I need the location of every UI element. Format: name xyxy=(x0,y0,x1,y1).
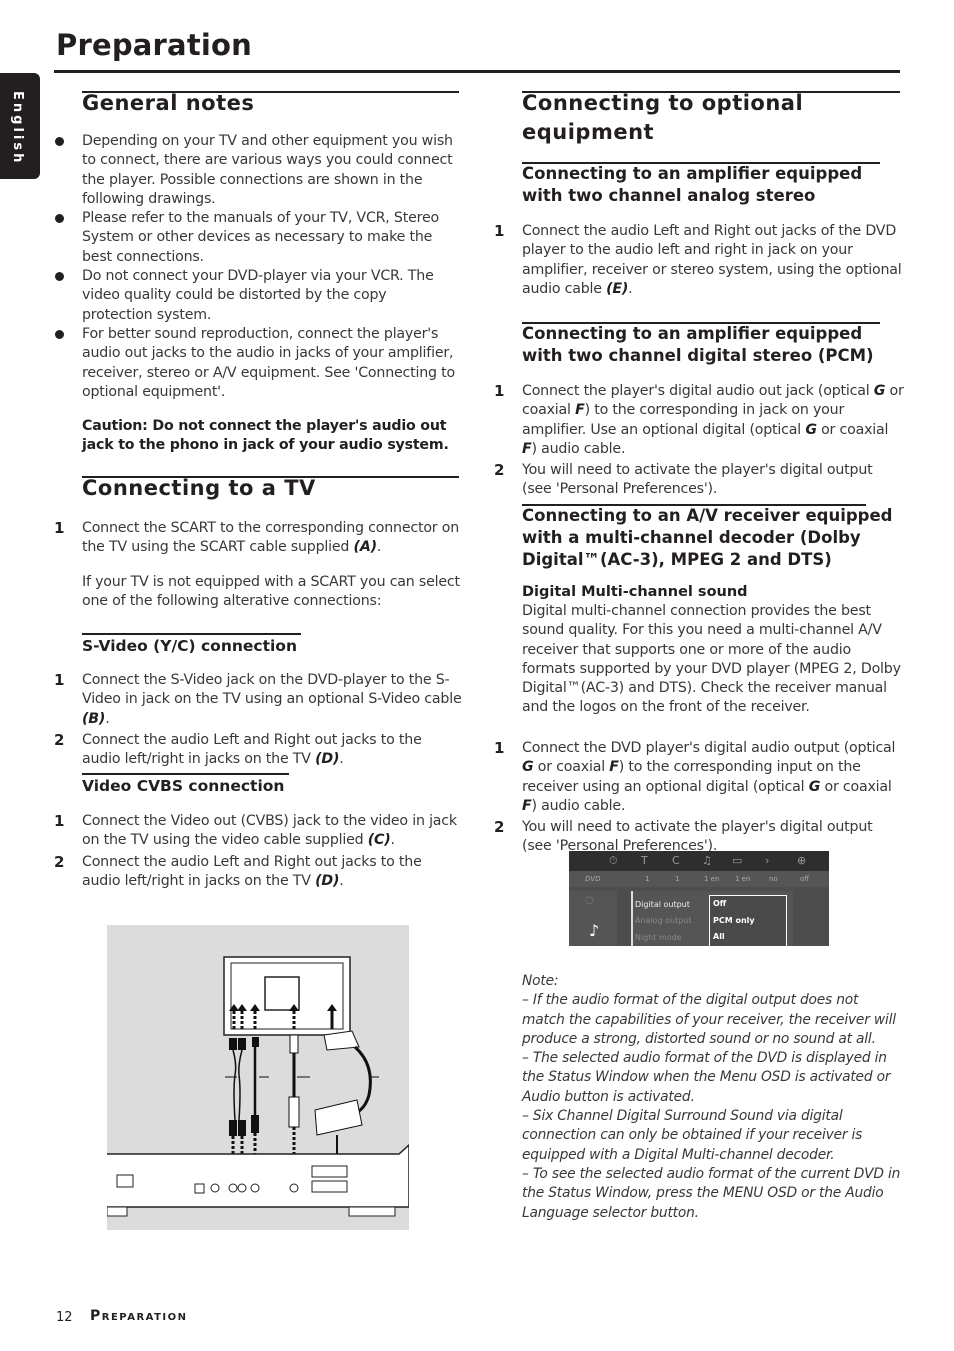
connecting-tv-heading: Connecting to a TV xyxy=(82,476,316,500)
general-notes-heading: General notes xyxy=(82,91,255,115)
step-number: 1 xyxy=(494,382,505,400)
alt-text: If your TV is not equipped with a SCART … xyxy=(82,573,460,609)
osd-option[interactable]: All xyxy=(710,929,786,946)
subsection-rule xyxy=(82,773,289,775)
osd-option[interactable]: Off xyxy=(710,896,786,913)
osd-side-menu: ◌ ♪ xyxy=(569,891,617,946)
cvbs-heading: Video CVBS connection xyxy=(82,777,285,795)
timer-icon: ⏱ xyxy=(609,854,618,867)
osd-menu-item[interactable]: Night mode xyxy=(635,933,682,942)
step-item: 1 Connect the SCART to the corresponding… xyxy=(54,519,460,556)
cable-ref: G xyxy=(873,383,886,399)
list-item: Please refer to the manuals of your TV, … xyxy=(55,209,460,267)
cable-ref: G xyxy=(805,421,817,438)
cable-ref: F xyxy=(575,402,585,419)
step-item: 1 Connect the Video out (CVBS) jack to t… xyxy=(54,812,457,849)
step-number: 1 xyxy=(494,739,505,757)
step-number: 2 xyxy=(54,730,65,749)
list-item: Depending on your TV and other equipment… xyxy=(55,132,460,209)
multichannel-description: Digital multi-channel connection provide… xyxy=(522,603,901,716)
title-icon: T xyxy=(641,854,648,867)
audio-icon: ♫ xyxy=(702,854,712,867)
bullet-icon xyxy=(55,137,64,146)
step-item: 1 Connect the audio Left and Right out j… xyxy=(494,222,902,297)
cable-ref: (D) xyxy=(315,872,340,889)
step-number: 2 xyxy=(54,852,65,871)
osd-screenshot: ⏱ T C ♫ ▭ › ⊕ DVD 1 1 1 en 1 en no off ◌… xyxy=(569,851,829,946)
bullet-icon xyxy=(55,329,64,339)
step-item: 2 Connect the audio Left and Right out j… xyxy=(54,730,422,768)
music-note-icon: ♪ xyxy=(589,921,600,940)
analog-heading: Connecting to an amplifier equipped with… xyxy=(522,164,863,205)
multichannel-subheading: Digital Multi-channel sound xyxy=(522,584,748,600)
svideo-heading: S-Video (Y/C) connection xyxy=(82,637,297,655)
zoom-icon: ⊕ xyxy=(797,854,807,867)
step-number: 1 xyxy=(54,812,65,830)
bullet-icon xyxy=(55,272,64,282)
cable-ref: G xyxy=(808,778,821,795)
cvbs-steps: 1 Connect the Video out (CVBS) jack to t… xyxy=(54,812,460,891)
note-item: – The selected audio format of the DVD i… xyxy=(522,1050,891,1105)
step-item: 2 You will need to activate the player's… xyxy=(494,461,873,498)
analog-steps: 1 Connect the audio Left and Right out j… xyxy=(494,222,902,299)
note-label: Note: xyxy=(522,973,559,989)
step-item: 1 Connect the player's digital audio out… xyxy=(494,382,904,457)
connection-diagram-illustration xyxy=(106,956,410,1217)
multichannel-steps: 1 Connect the DVD player's digital audio… xyxy=(494,739,904,857)
step-number: 2 xyxy=(494,818,505,837)
language-tab-label: English xyxy=(10,91,25,166)
list-item: For better sound reproduction, connect t… xyxy=(55,325,460,402)
note-item: – To see the selected audio format of th… xyxy=(522,1165,901,1221)
cable-ref: (A) xyxy=(353,539,378,556)
osd-options-dropdown[interactable]: Off PCM only All xyxy=(709,895,787,946)
note-item: – Six Channel Digital Surround Sound via… xyxy=(522,1108,863,1163)
title-rule xyxy=(54,70,900,73)
subtitle-icon: ▭ xyxy=(732,854,743,867)
step-item: 2 Connect the audio Left and Right out j… xyxy=(54,852,422,889)
osd-values: DVD 1 1 1 en 1 en no off xyxy=(569,871,829,887)
osd-menu-item[interactable]: Analog output xyxy=(635,916,692,925)
step-number: 1 xyxy=(494,222,505,240)
cable-ref: (C) xyxy=(367,832,391,849)
caution-text: Caution: Do not connect the player's aud… xyxy=(82,418,449,454)
cable-ref: F xyxy=(522,440,532,457)
notes-block: Note: – If the audio format of the digit… xyxy=(522,972,904,1223)
connection-diagram xyxy=(106,925,410,1230)
dvd-logo: DVD xyxy=(585,875,601,883)
chapter-icon: C xyxy=(672,854,680,867)
osd-status-bar: ⏱ T C ♫ ▭ › ⊕ xyxy=(569,851,829,871)
subsection-rule xyxy=(82,633,301,635)
cable-ref: (B) xyxy=(82,710,106,727)
pcm-steps: 1 Connect the player's digital audio out… xyxy=(494,382,904,500)
bullet-icon xyxy=(55,214,64,224)
cable-ref: (D) xyxy=(315,751,340,768)
footer-section-title: Preparation xyxy=(90,1308,188,1324)
page-title: Preparation xyxy=(56,28,252,62)
step-item: 1 Connect the DVD player's digital audio… xyxy=(494,739,896,814)
note-item: – If the audio format of the digital out… xyxy=(522,992,896,1047)
step-number: 1 xyxy=(54,671,65,689)
dvd-player-icon xyxy=(107,1143,410,1208)
page-number: 12 xyxy=(56,1310,73,1325)
osd-option[interactable]: PCM only xyxy=(710,913,786,930)
list-item: Do not connect your DVD-player via your … xyxy=(55,267,460,325)
language-tab: English xyxy=(0,73,40,179)
osd-menu-item[interactable]: Digital output xyxy=(635,900,690,909)
cable-ref: F xyxy=(609,759,619,776)
angle-icon: › xyxy=(765,854,770,867)
connecting-tv-body: 1 Connect the SCART to the corresponding… xyxy=(54,519,460,611)
cable-ref: (E) xyxy=(606,280,629,297)
pcm-heading: Connecting to an amplifier equipped with… xyxy=(522,324,874,365)
multichannel-heading: Connecting to an A/V receiver equipped w… xyxy=(522,506,893,569)
cable-ref: G xyxy=(522,759,534,776)
settings-icon: ◌ xyxy=(585,895,594,906)
step-item: 1 Connect the S-Video jack on the DVD-pl… xyxy=(54,671,462,727)
step-number: 2 xyxy=(494,461,505,480)
step-number: 1 xyxy=(54,519,65,537)
optional-heading: Connecting to optional equipment xyxy=(522,91,804,144)
general-notes-list: Depending on your TV and other equipment… xyxy=(55,132,460,456)
cable-ref: F xyxy=(522,797,532,814)
svideo-steps: 1 Connect the S-Video jack on the DVD-pl… xyxy=(54,671,462,769)
